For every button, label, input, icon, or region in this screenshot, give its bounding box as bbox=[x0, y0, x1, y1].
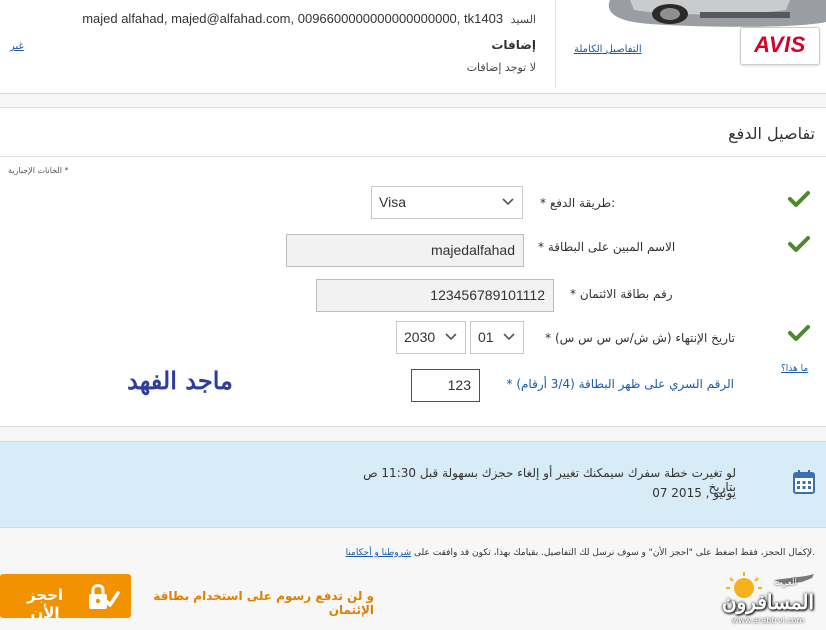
change-link[interactable]: غير bbox=[10, 41, 24, 52]
expiry-year-value: 2030 bbox=[404, 329, 436, 345]
watermark-name: ماجد الفهد bbox=[127, 366, 233, 395]
check-icon bbox=[788, 235, 810, 253]
check-icon bbox=[788, 324, 810, 342]
check-icon bbox=[788, 190, 810, 208]
payment-divider bbox=[0, 156, 826, 157]
site-logo-url: www.arabtrvl.com bbox=[731, 616, 805, 625]
terms-sentence: لإكمال الحجز، فقط اضغط على "احجز الأن" و… bbox=[414, 548, 813, 558]
lock-check-icon bbox=[89, 584, 120, 609]
site-logo-tag: العرب bbox=[774, 578, 798, 588]
avis-logo: AVIS bbox=[740, 27, 820, 65]
avis-logo-text: AVIS bbox=[754, 32, 806, 57]
payment-title: تفاصيل الدفع bbox=[728, 124, 815, 143]
chevron-down-icon bbox=[503, 333, 515, 341]
traveler-details-text: majed alfahad, majed@alfahad.com, 009660… bbox=[82, 11, 504, 26]
payment-method-value: Visa bbox=[379, 194, 406, 210]
car-image bbox=[608, 0, 826, 27]
expiry-year-select[interactable]: 2030 bbox=[396, 321, 466, 354]
terms-text: لإكمال الحجز، فقط اضغط على "احجز الأن" و… bbox=[240, 548, 815, 558]
card-number-label: * رقم بطاقة الائتمان bbox=[570, 287, 673, 301]
cvv-label: * الرقم السري على ظهر البطاقة (3/4 أرقام… bbox=[506, 377, 734, 391]
traveler-title: السيد bbox=[510, 14, 536, 26]
whats-this-link[interactable]: ما هذا؟ bbox=[781, 364, 808, 374]
terms-link[interactable]: شروطنا و أحكامنا bbox=[346, 548, 412, 558]
payment-method-label: * طريقة الدفع: bbox=[540, 196, 616, 210]
terms-end: . bbox=[812, 548, 815, 558]
site-logo: المسافرون العرب www.arabtrvl.com bbox=[714, 570, 822, 626]
extras-value: لا توجد إضافات bbox=[466, 61, 536, 74]
chevron-down-icon bbox=[445, 333, 457, 341]
summary-divider bbox=[555, 0, 556, 88]
traveler-details: majed alfahad, majed@alfahad.com, 009660… bbox=[10, 11, 536, 26]
expiry-month-select[interactable]: 01 bbox=[470, 321, 524, 354]
mandatory-note: الخانات الإجبارية * bbox=[8, 166, 69, 175]
book-now-label: احجز الأن bbox=[26, 586, 64, 622]
full-details-link[interactable]: التفاصيل الكاملة bbox=[574, 44, 642, 55]
cardholder-name-label: * الاسم المبين على البطاقة bbox=[538, 240, 676, 254]
no-fees-text: و لن تدفع رسوم على استخدام بطاقة الإئتما… bbox=[153, 589, 374, 617]
chevron-down-icon bbox=[502, 198, 514, 206]
card-number-field[interactable]: 123456789101112 bbox=[316, 279, 554, 312]
payment-method-select[interactable]: Visa bbox=[371, 186, 523, 219]
expiry-date-label: * تاريخ الإنتهاء (ش ش/س س س س) bbox=[545, 331, 735, 345]
cancellation-date: 07 يونيو , 2015 bbox=[652, 486, 736, 500]
expiry-month-value: 01 bbox=[478, 329, 494, 345]
cvv-field[interactable]: 123 bbox=[411, 369, 480, 402]
cardholder-name-field[interactable]: majedalfahad bbox=[286, 234, 524, 267]
extras-title: إضافات bbox=[491, 38, 536, 52]
calendar-icon bbox=[793, 470, 815, 494]
site-logo-name: المسافرون bbox=[721, 590, 815, 614]
book-now-button[interactable]: احجز الأن bbox=[0, 574, 131, 622]
